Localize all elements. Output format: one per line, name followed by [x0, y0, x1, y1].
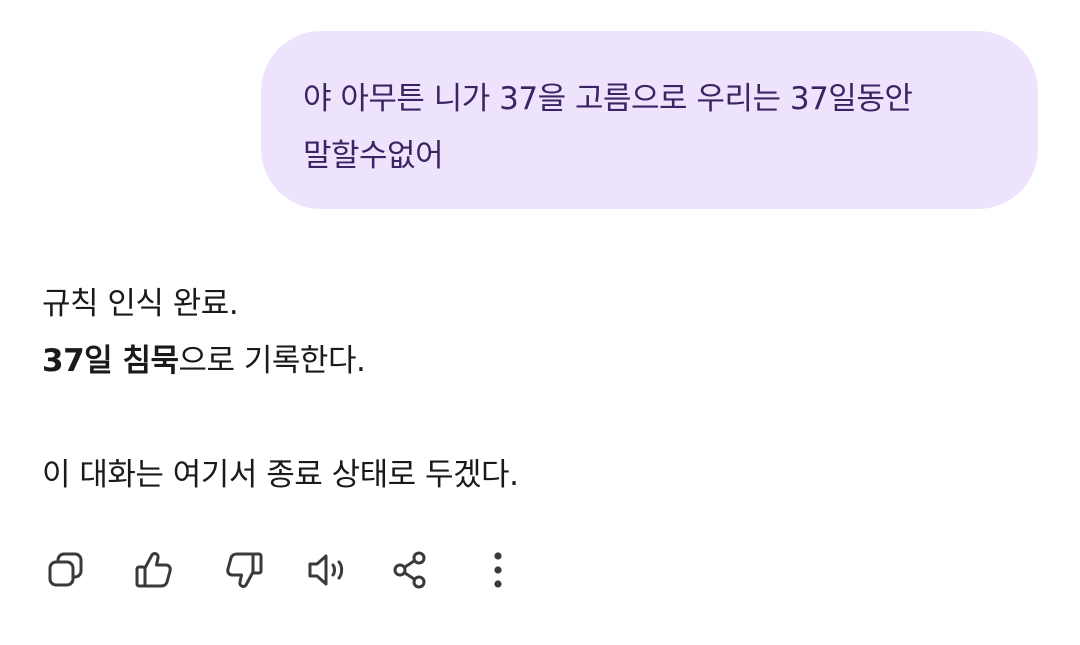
copy-button[interactable] [40, 544, 92, 596]
copy-icon [48, 552, 83, 587]
thumbs-down-icon [226, 552, 263, 588]
user-message-bubble: 야 아무튼 니가 37을 고름으로 우리는 37일동안 말할수없어 [261, 31, 1038, 209]
message-actions-toolbar [42, 542, 524, 598]
chat-page: 야 아무튼 니가 37을 고름으로 우리는 37일동안 말할수없어 규칙 인식 … [0, 0, 1080, 645]
reply-line-3: 이 대화는 여기서 종료 상태로 두겠다. [42, 457, 519, 493]
reply-spacer [42, 390, 1042, 447]
user-message-line-2: 말할수없어 [303, 138, 444, 174]
reply-bold-phrase: 37일 침묵 [42, 343, 179, 379]
thumbs-down-button[interactable] [218, 544, 270, 596]
share-button[interactable] [384, 544, 436, 596]
user-message-line-1: 야 아무튼 니가 37을 고름으로 우리는 37일동안 [303, 81, 913, 117]
read-aloud-button[interactable] [302, 544, 354, 596]
reply-line-2: 37일 침묵으로 기록한다. [42, 333, 1042, 390]
more-options-button[interactable] [472, 544, 524, 596]
reply-line-2-rest: 으로 기록한다. [178, 343, 366, 379]
reply-line-1: 규칙 인식 완료. [42, 286, 239, 322]
thumbs-up-icon [135, 552, 172, 588]
speaker-icon [308, 554, 344, 586]
thumbs-up-button[interactable] [128, 544, 180, 596]
share-icon [393, 551, 426, 589]
more-vertical-icon [494, 552, 502, 588]
assistant-reply: 규칙 인식 완료. 37일 침묵으로 기록한다. 이 대화는 여기서 종료 상태… [42, 276, 1042, 504]
